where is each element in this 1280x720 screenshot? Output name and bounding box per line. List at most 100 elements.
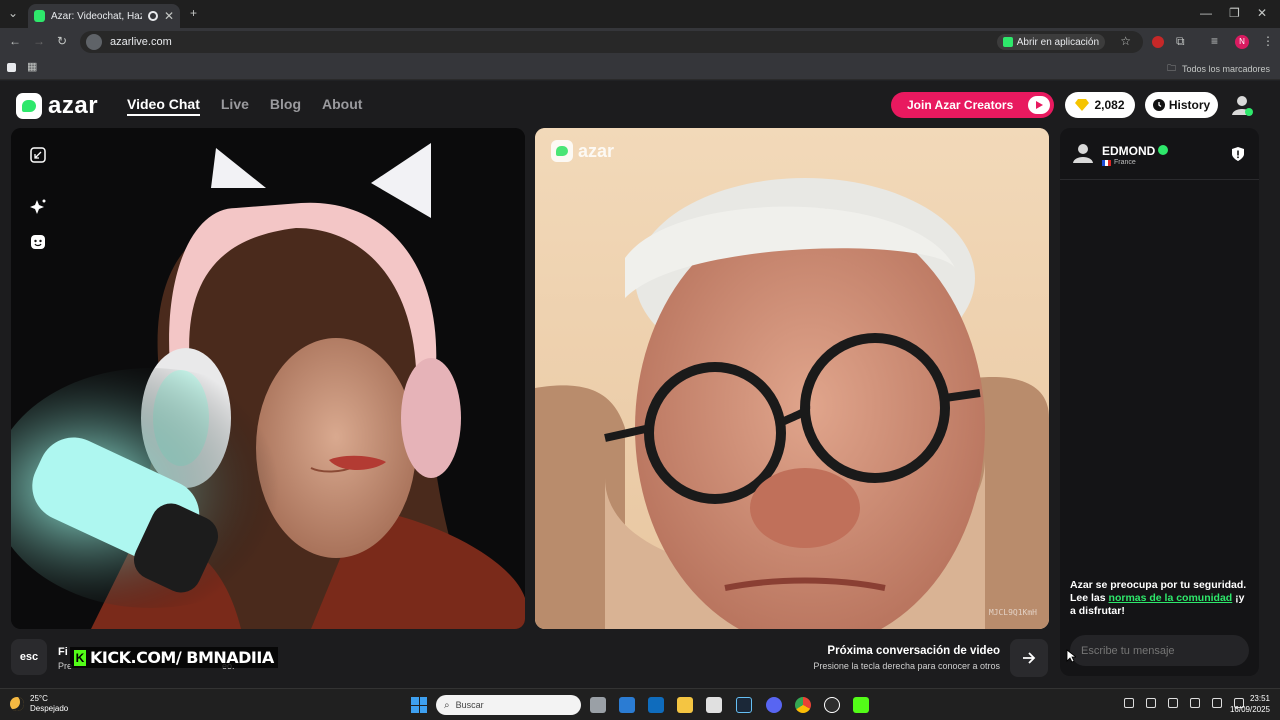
tab-title: Azar: Videochat, Haz nuevo xyxy=(50,10,143,22)
video-id-code: MJCL9Q1KmH xyxy=(988,608,1037,617)
kick-app-icon[interactable] xyxy=(853,697,869,713)
nav-blog[interactable]: Blog xyxy=(270,96,301,116)
back-icon[interactable]: ← xyxy=(9,34,21,48)
minimize-icon[interactable]: — xyxy=(1200,6,1212,20)
azar-logo[interactable]: azar xyxy=(16,92,98,120)
apps-grid-icon[interactable]: ▦ xyxy=(27,60,37,73)
user-avatar[interactable] xyxy=(1230,93,1254,117)
tab-search-icon[interactable]: ⌄ xyxy=(8,6,18,20)
user-icon xyxy=(1232,96,1253,116)
steam-icon[interactable] xyxy=(736,697,752,713)
history-label: History xyxy=(1168,98,1211,112)
gems-balance[interactable]: 2,082 xyxy=(1065,92,1135,118)
message-input[interactable] xyxy=(1070,635,1249,666)
obs-icon[interactable] xyxy=(824,697,840,713)
self-video-image xyxy=(11,128,525,629)
open-in-app-button[interactable]: Abrir en aplicación xyxy=(996,34,1105,50)
next-conversation-button[interactable] xyxy=(1010,639,1048,677)
temperature: 25°C xyxy=(30,694,48,703)
browser-tab[interactable]: Azar: Videochat, Haz nuevo ✕ xyxy=(28,4,180,28)
reload-icon[interactable]: ↻ xyxy=(57,34,67,48)
moon-icon xyxy=(10,697,24,711)
azar-watermark: azar xyxy=(551,140,614,162)
nav-video-chat[interactable]: Video Chat xyxy=(127,96,200,116)
report-shield-icon[interactable] xyxy=(1231,147,1245,161)
tray-expand-icon[interactable] xyxy=(1124,698,1134,708)
windows-taskbar: 25°C Despejado ⌕ Buscar 23:51 16/09/2025 xyxy=(0,688,1280,720)
nav-about[interactable]: About xyxy=(322,96,362,116)
join-creators-button[interactable]: Join Azar Creators xyxy=(891,92,1054,118)
peer-country-label: France xyxy=(1114,159,1136,166)
forward-icon[interactable]: → xyxy=(33,34,45,48)
weather-condition: Despejado xyxy=(30,704,69,713)
restore-icon[interactable]: ❐ xyxy=(1229,6,1240,20)
self-camera-view xyxy=(11,128,525,629)
stream-overlay-text: KICK.COM/ BMNADIIA xyxy=(90,648,274,667)
all-bookmarks-label: Todos los marcadores xyxy=(1181,64,1270,74)
close-tab-icon[interactable]: ✕ xyxy=(164,9,174,23)
bookmark-star-icon[interactable]: ☆ xyxy=(1120,34,1131,48)
logo-text: azar xyxy=(48,92,99,119)
taskbar-search[interactable]: ⌕ Buscar xyxy=(436,695,581,715)
nav-live[interactable]: Live xyxy=(221,96,249,116)
discord-icon[interactable] xyxy=(766,697,782,713)
site-info-icon[interactable] xyxy=(86,34,102,50)
watermark-text: azar xyxy=(578,140,615,161)
extension-badge-icon[interactable] xyxy=(1152,36,1164,48)
community-guidelines-link[interactable]: normas de la comunidad xyxy=(1109,592,1233,604)
task-view-icon[interactable] xyxy=(590,697,606,713)
azar-favicon-icon xyxy=(34,10,45,22)
browser-menu-icon[interactable]: ⋮ xyxy=(1262,34,1274,48)
peer-avatar-icon[interactable] xyxy=(1072,142,1094,164)
next-conversation-hint: Presione la tecla derecha para conocer a… xyxy=(813,661,1000,671)
media-control-icon[interactable]: ≡ xyxy=(1211,34,1218,48)
recording-icon xyxy=(148,11,158,21)
weather-widget[interactable]: 25°C Despejado xyxy=(10,694,68,714)
system-tray xyxy=(1124,698,1244,708)
outlook-icon[interactable] xyxy=(648,697,664,713)
peer-video-image xyxy=(535,128,1049,629)
onedrive-icon[interactable] xyxy=(1146,698,1156,708)
bookmarks-bar: ▦ 🗀 Todos los marcadores xyxy=(0,56,1280,80)
azar-page: azar Video Chat Live Blog About Join Aza… xyxy=(0,81,1280,688)
swap-camera-icon[interactable] xyxy=(29,146,47,164)
open-in-app-label: Abrir en aplicación xyxy=(1016,36,1099,48)
face-filter-icon[interactable] xyxy=(29,233,47,251)
history-button[interactable]: History xyxy=(1145,92,1218,118)
peer-info-header: EDMOND France xyxy=(1060,128,1259,180)
extensions-icon[interactable]: ⧉ xyxy=(1176,34,1185,49)
taskbar-search-label: Buscar xyxy=(455,700,484,710)
microphone-icon[interactable] xyxy=(1168,698,1178,708)
browser-profile-icon[interactable]: N xyxy=(1235,35,1249,49)
esc-button[interactable]: esc xyxy=(11,639,47,675)
app-icon-2[interactable] xyxy=(706,697,722,713)
store-icon[interactable] xyxy=(619,697,635,713)
sidebar-toggle-icon[interactable] xyxy=(7,63,16,72)
main-nav: Video Chat Live Blog About xyxy=(127,96,362,116)
gems-count: 2,082 xyxy=(1094,98,1125,112)
gem-icon xyxy=(1075,99,1090,111)
chrome-icon[interactable] xyxy=(795,697,811,713)
file-explorer-icon[interactable] xyxy=(677,697,693,713)
chat-panel: EDMOND France Azar se preocupa por tu se… xyxy=(1060,128,1259,676)
mouse-cursor-icon xyxy=(1066,649,1076,663)
new-tab-icon[interactable]: + xyxy=(190,6,197,20)
system-clock[interactable]: 23:51 16/09/2025 xyxy=(1230,693,1270,715)
join-creators-label: Join Azar Creators xyxy=(907,98,1014,112)
folder-icon: 🗀 xyxy=(1166,63,1176,73)
azar-watermark-icon xyxy=(551,140,573,162)
france-flag-icon xyxy=(1102,159,1111,166)
url-field[interactable]: azarlive.com Abrir en aplicación ☆ xyxy=(80,31,1143,53)
effects-sparkle-icon[interactable] xyxy=(29,198,47,216)
next-conversation-title: Próxima conversación de video xyxy=(827,645,1000,657)
tip-title: Fi xyxy=(58,646,68,658)
close-window-icon[interactable]: ✕ xyxy=(1257,6,1267,20)
all-bookmarks-button[interactable]: 🗀 Todos los marcadores xyxy=(1167,61,1270,77)
display-icon[interactable] xyxy=(1190,698,1200,708)
url-text: azarlive.com xyxy=(110,36,172,48)
volume-icon[interactable] xyxy=(1212,698,1222,708)
windows-start-icon[interactable] xyxy=(411,697,427,713)
clock-icon xyxy=(1152,99,1165,111)
peer-camera-view: azar MJCL9Q1KmH xyxy=(535,128,1049,629)
browser-tab-bar: ⌄ Azar: Videochat, Haz nuevo ✕ + — ❐ ✕ xyxy=(0,0,1280,28)
